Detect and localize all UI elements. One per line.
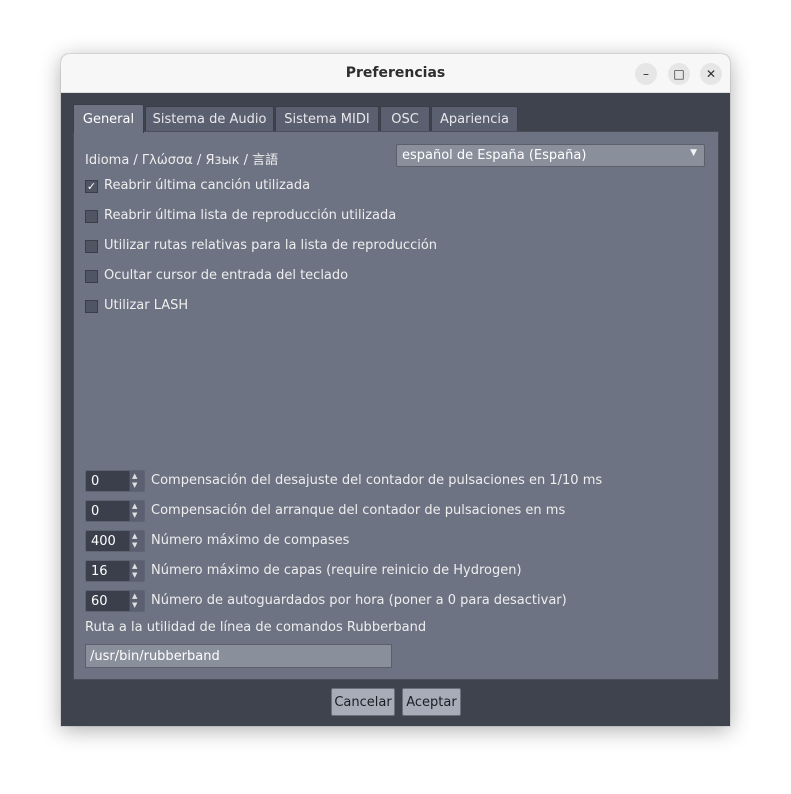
- reopen-song-label[interactable]: Reabrir última canción utilizada: [104, 178, 310, 193]
- tab-general[interactable]: General: [73, 104, 144, 133]
- maximize-icon: □: [673, 67, 685, 81]
- beat-counter-start-spinbox[interactable]: 0 ▲ ▼: [85, 500, 145, 522]
- tab-midi-system[interactable]: Sistema MIDI: [275, 106, 379, 132]
- minimize-button[interactable]: –: [635, 63, 657, 85]
- spin-up-icon: ▲: [132, 532, 138, 540]
- maximize-button[interactable]: □: [668, 63, 690, 85]
- spinbox-value: 0: [91, 474, 100, 489]
- spinbox-value: 16: [91, 564, 108, 579]
- spin-up-icon: ▲: [132, 592, 138, 600]
- rubberband-path-input[interactable]: /usr/bin/rubberband: [85, 644, 392, 668]
- chevron-down-icon: ▼: [690, 148, 697, 158]
- tab-appearance[interactable]: Apariencia: [431, 106, 518, 132]
- spin-up-icon: ▲: [132, 472, 138, 480]
- reopen-playlist-checkbox[interactable]: [85, 210, 98, 223]
- spin-down-icon: ▼: [132, 541, 138, 549]
- spin-down-icon: ▼: [132, 511, 138, 519]
- reopen-song-checkbox[interactable]: ✓: [85, 180, 98, 193]
- beat-counter-drift-label: Compensación del desajuste del contador …: [151, 473, 603, 488]
- spin-down-icon: ▼: [132, 601, 138, 609]
- beat-counter-start-label: Compensación del arranque del contador d…: [151, 503, 566, 518]
- max-bars-label: Número máximo de compases: [151, 533, 350, 548]
- close-icon: ✕: [705, 67, 717, 81]
- spin-up-icon: ▲: [132, 562, 138, 570]
- spinbox-value: 400: [91, 534, 116, 549]
- use-lash-checkbox[interactable]: [85, 300, 98, 313]
- spinbox-value: 60: [91, 594, 108, 609]
- minimize-icon: –: [643, 67, 649, 81]
- spin-buttons[interactable]: ▲ ▼: [129, 471, 144, 491]
- spin-buttons[interactable]: ▲ ▼: [129, 561, 144, 581]
- relative-paths-checkbox[interactable]: [85, 240, 98, 253]
- spin-down-icon: ▼: [132, 481, 138, 489]
- spin-buttons[interactable]: ▲ ▼: [129, 501, 144, 521]
- rubberband-path-value: /usr/bin/rubberband: [90, 649, 220, 664]
- max-layers-spinbox[interactable]: 16 ▲ ▼: [85, 560, 145, 582]
- cancel-button[interactable]: Cancelar: [331, 688, 395, 716]
- language-select-value: español de España (España): [402, 148, 587, 163]
- use-lash-label[interactable]: Utilizar LASH: [104, 298, 188, 313]
- max-bars-spinbox[interactable]: 400 ▲ ▼: [85, 530, 145, 552]
- language-select[interactable]: español de España (España) ▼: [396, 144, 705, 167]
- reopen-playlist-label[interactable]: Reabrir última lista de reproducción uti…: [104, 208, 396, 223]
- beat-counter-drift-spinbox[interactable]: 0 ▲ ▼: [85, 470, 145, 492]
- spin-buttons[interactable]: ▲ ▼: [129, 531, 144, 551]
- autosaves-spinbox[interactable]: 60 ▲ ▼: [85, 590, 145, 612]
- rubberband-label: Ruta a la utilidad de línea de comandos …: [85, 620, 427, 635]
- language-label: Idioma / Γλώσσα / Язык / 言語: [85, 153, 279, 168]
- close-button[interactable]: ✕: [700, 63, 722, 85]
- spin-buttons[interactable]: ▲ ▼: [129, 591, 144, 611]
- tab-audio-system[interactable]: Sistema de Audio: [145, 106, 274, 132]
- spin-down-icon: ▼: [132, 571, 138, 579]
- tab-osc[interactable]: OSC: [380, 106, 430, 132]
- hide-cursor-label[interactable]: Ocultar cursor de entrada del teclado: [104, 268, 348, 283]
- relative-paths-label[interactable]: Utilizar rutas relativas para la lista d…: [104, 238, 437, 253]
- autosaves-label: Número de autoguardados por hora (poner …: [151, 593, 567, 608]
- title-bar: Preferencias – □ ✕: [61, 54, 730, 93]
- spinbox-value: 0: [91, 504, 100, 519]
- max-layers-label: Número máximo de capas (require reinicio…: [151, 563, 522, 578]
- window-title: Preferencias: [345, 65, 446, 81]
- ok-button[interactable]: Aceptar: [402, 688, 461, 716]
- hide-cursor-checkbox[interactable]: [85, 270, 98, 283]
- spin-up-icon: ▲: [132, 502, 138, 510]
